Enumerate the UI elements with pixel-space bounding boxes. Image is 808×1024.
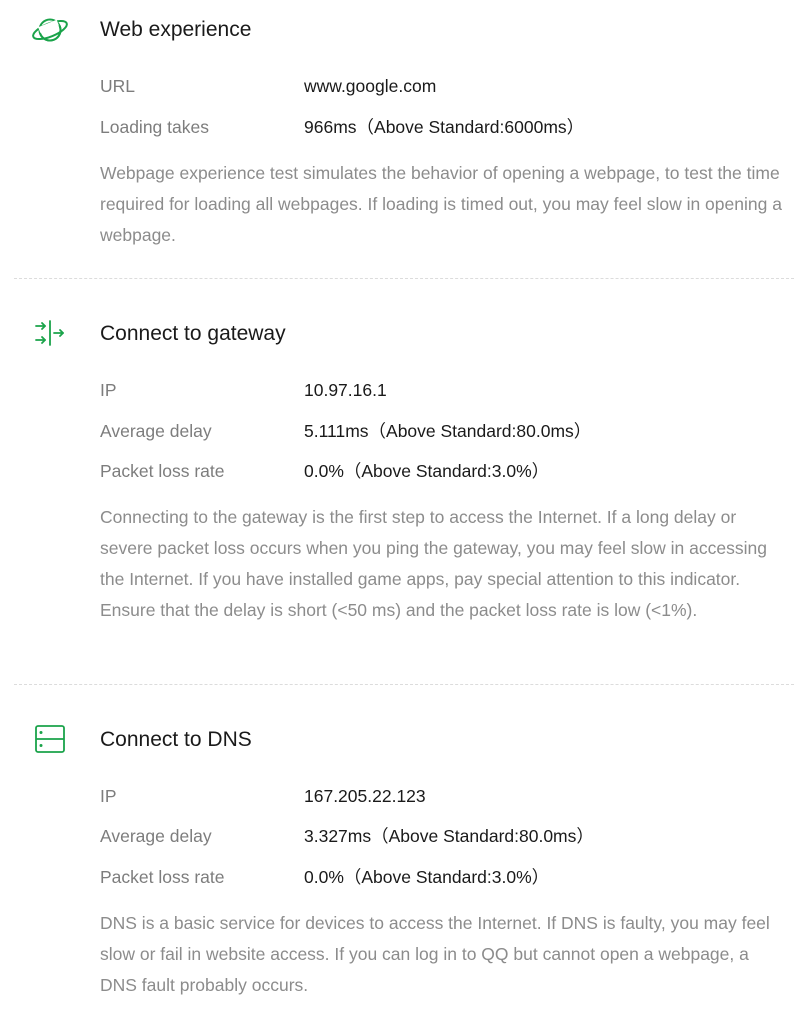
- dns-delay-value: 3.327ms（Above Standard:80.0ms）: [304, 826, 594, 846]
- section-divider: [14, 684, 794, 685]
- section-title: Connect to gateway: [100, 322, 286, 345]
- gateway-ip-label: IP: [100, 380, 117, 400]
- dns-ip-value: 167.205.22.123: [304, 786, 426, 806]
- gateway-arrows-icon: [30, 313, 70, 353]
- url-value: www.google.com: [304, 76, 437, 96]
- loading-time-value: 966ms（Above Standard:6000ms）: [304, 117, 585, 137]
- section-description: Webpage experience test simulates the be…: [100, 163, 782, 245]
- dns-ip-label: IP: [100, 786, 117, 806]
- planet-icon: [30, 10, 70, 50]
- url-label: URL: [100, 76, 136, 96]
- gateway-delay-value: 5.111ms（Above Standard:80.0ms）: [304, 421, 592, 441]
- dns-loss-value: 0.0%（Above Standard:3.0%）: [304, 867, 550, 887]
- dns-loss-label: Packet loss rate: [100, 867, 225, 887]
- section-title: Connect to DNS: [100, 728, 252, 751]
- gateway-delay-label: Average delay: [100, 421, 212, 441]
- section-title: Web experience: [100, 18, 252, 41]
- section-description: Connecting to the gateway is the first s…: [100, 507, 767, 620]
- gateway-loss-value: 0.0%（Above Standard:3.0%）: [304, 461, 550, 481]
- dns-delay-label: Average delay: [100, 826, 212, 846]
- section-description: DNS is a basic service for devices to ac…: [100, 913, 770, 995]
- section-divider: [14, 278, 794, 279]
- gateway-loss-label: Packet loss rate: [100, 461, 225, 481]
- loading-time-label: Loading takes: [100, 117, 209, 137]
- gateway-ip-value: 10.97.16.1: [304, 380, 387, 400]
- dns-server-icon: [30, 719, 70, 759]
